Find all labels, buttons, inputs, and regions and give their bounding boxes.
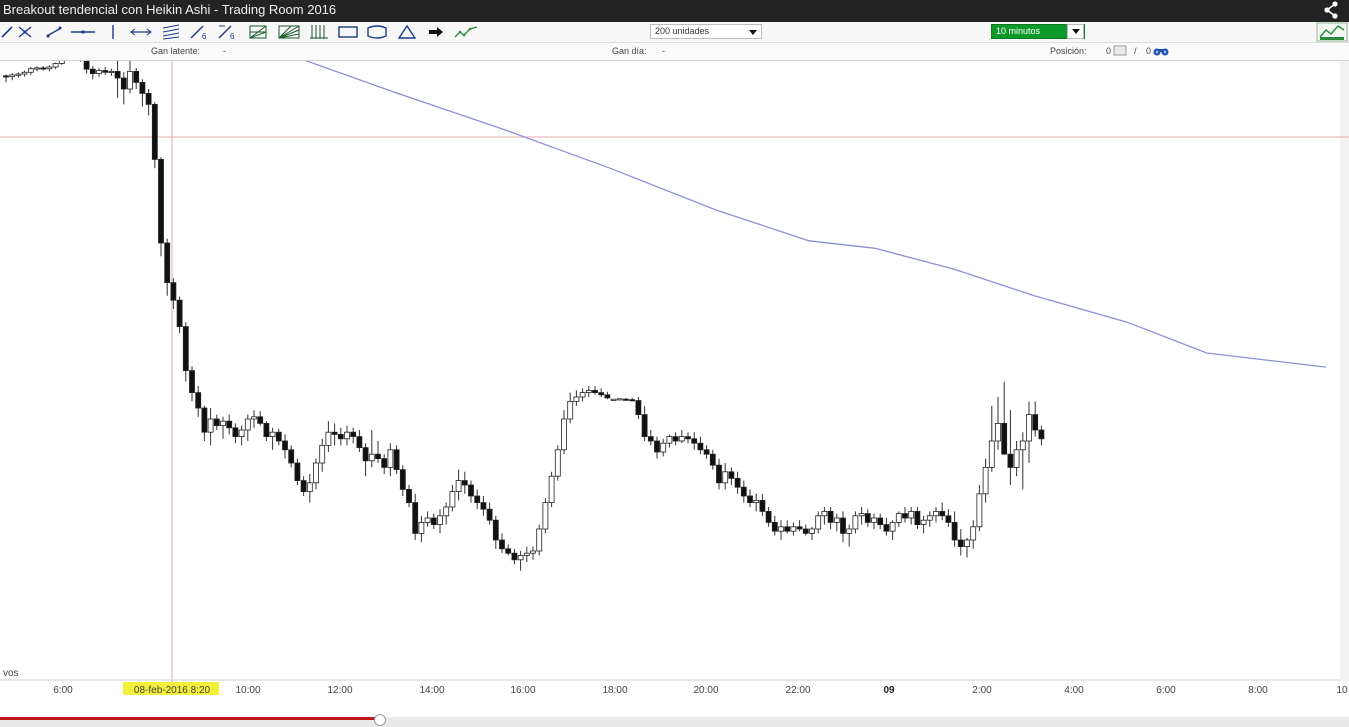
arrow-tool-icon[interactable] bbox=[426, 23, 446, 41]
fibonacci-fan-tool-icon[interactable] bbox=[246, 23, 270, 41]
node-line-tool-icon[interactable] bbox=[16, 23, 34, 41]
drawing-toolbar: 6 6 200 unidades 10 minutos bbox=[0, 22, 1349, 43]
x-tick-label: 10:00 bbox=[235, 685, 260, 696]
window-titlebar: Breakout tendencial con Heikin Ashi - Tr… bbox=[0, 0, 1349, 22]
ray-tool-icon[interactable] bbox=[128, 23, 154, 41]
candle bbox=[554, 445, 561, 481]
position-value-1: 0 bbox=[1106, 46, 1112, 56]
x-tick-label: 12:00 bbox=[327, 685, 352, 696]
candle bbox=[548, 471, 555, 507]
chevron-down-icon bbox=[749, 30, 757, 35]
horizontal-line-tool-icon[interactable] bbox=[68, 23, 98, 41]
x-tick-label: 2:00 bbox=[972, 685, 992, 696]
x-tick-label: 6:00 bbox=[1156, 685, 1176, 696]
position-label: Posición: bbox=[1050, 46, 1087, 56]
binoculars-icon[interactable] bbox=[1152, 45, 1170, 57]
x-tick-label: 6:00 bbox=[53, 685, 73, 696]
timeframe-select[interactable]: 10 minutos bbox=[991, 24, 1085, 39]
vertical-lines-tool-icon[interactable] bbox=[308, 23, 330, 41]
gann-tool-icon[interactable] bbox=[276, 23, 302, 41]
ellipse-tool-icon[interactable] bbox=[364, 23, 390, 41]
pattern-tool-icon[interactable] bbox=[452, 23, 480, 41]
day-gain-label: Gan día: bbox=[612, 46, 647, 56]
candle bbox=[616, 398, 623, 401]
units-select-value: 200 unidades bbox=[655, 26, 710, 36]
svg-text:6: 6 bbox=[202, 32, 207, 40]
x-tick-label: 20:00 bbox=[693, 685, 718, 696]
x-tick-label: 22:00 bbox=[785, 685, 810, 696]
angle-tool-icon[interactable]: 6 bbox=[188, 23, 210, 41]
candle bbox=[158, 157, 164, 257]
candle bbox=[610, 398, 617, 401]
channel-tool-icon[interactable] bbox=[160, 23, 182, 41]
x-tick-label: 08-feb-2016 8:20 bbox=[134, 685, 211, 696]
volume-label: vos bbox=[3, 668, 19, 679]
x-tick-label: 10 bbox=[1336, 685, 1348, 696]
latent-gain-value: - bbox=[223, 46, 226, 56]
fibonacci-tool-icon[interactable]: 6 bbox=[216, 23, 238, 41]
video-progress-fill bbox=[0, 717, 380, 720]
segment-tool-icon[interactable] bbox=[44, 23, 64, 41]
vertical-line-tool-icon[interactable] bbox=[106, 23, 120, 41]
chart-settings-icon[interactable] bbox=[1316, 22, 1348, 42]
rectangle-tool-icon[interactable] bbox=[336, 23, 360, 41]
timeframe-select-value: 10 minutos bbox=[996, 26, 1041, 36]
candle bbox=[393, 445, 400, 474]
share-icon[interactable] bbox=[1321, 0, 1341, 20]
x-tick-label: 18:00 bbox=[602, 685, 627, 696]
latent-gain-label: Gan latente: bbox=[151, 46, 201, 56]
window-title: Breakout tendencial con Heikin Ashi - Tr… bbox=[3, 2, 337, 17]
day-gain-value: - bbox=[662, 46, 665, 56]
position-status-bar: Gan latente: - Gan día: - Posición: 0 / … bbox=[0, 43, 1349, 61]
x-tick-label: 14:00 bbox=[419, 685, 444, 696]
diagonal-line-tool-icon[interactable] bbox=[0, 23, 14, 41]
x-tick-label: 8:00 bbox=[1248, 685, 1268, 696]
position-box-icon bbox=[1113, 45, 1127, 56]
chart-right-gutter bbox=[1340, 61, 1349, 681]
chevron-down-icon bbox=[1072, 29, 1080, 34]
x-tick-label: 09 bbox=[883, 685, 895, 696]
position-value-2: 0 bbox=[1146, 46, 1152, 56]
candle bbox=[542, 498, 549, 534]
x-tick-label: 16:00 bbox=[510, 685, 535, 696]
candle bbox=[151, 102, 158, 169]
video-progress-bar[interactable] bbox=[0, 714, 1349, 727]
x-tick-label: 4:00 bbox=[1064, 685, 1084, 696]
video-progress-thumb[interactable] bbox=[374, 714, 386, 726]
units-select[interactable]: 200 unidades bbox=[650, 24, 762, 39]
svg-text:6: 6 bbox=[230, 32, 235, 40]
position-separator: / bbox=[1134, 46, 1137, 56]
price-chart[interactable]: vos 6:00 08-feb-2016 8:20 10:00 12:00 14:00 1… bbox=[0, 61, 1349, 701]
triangle-tool-icon[interactable] bbox=[396, 23, 418, 41]
candle bbox=[536, 524, 543, 556]
